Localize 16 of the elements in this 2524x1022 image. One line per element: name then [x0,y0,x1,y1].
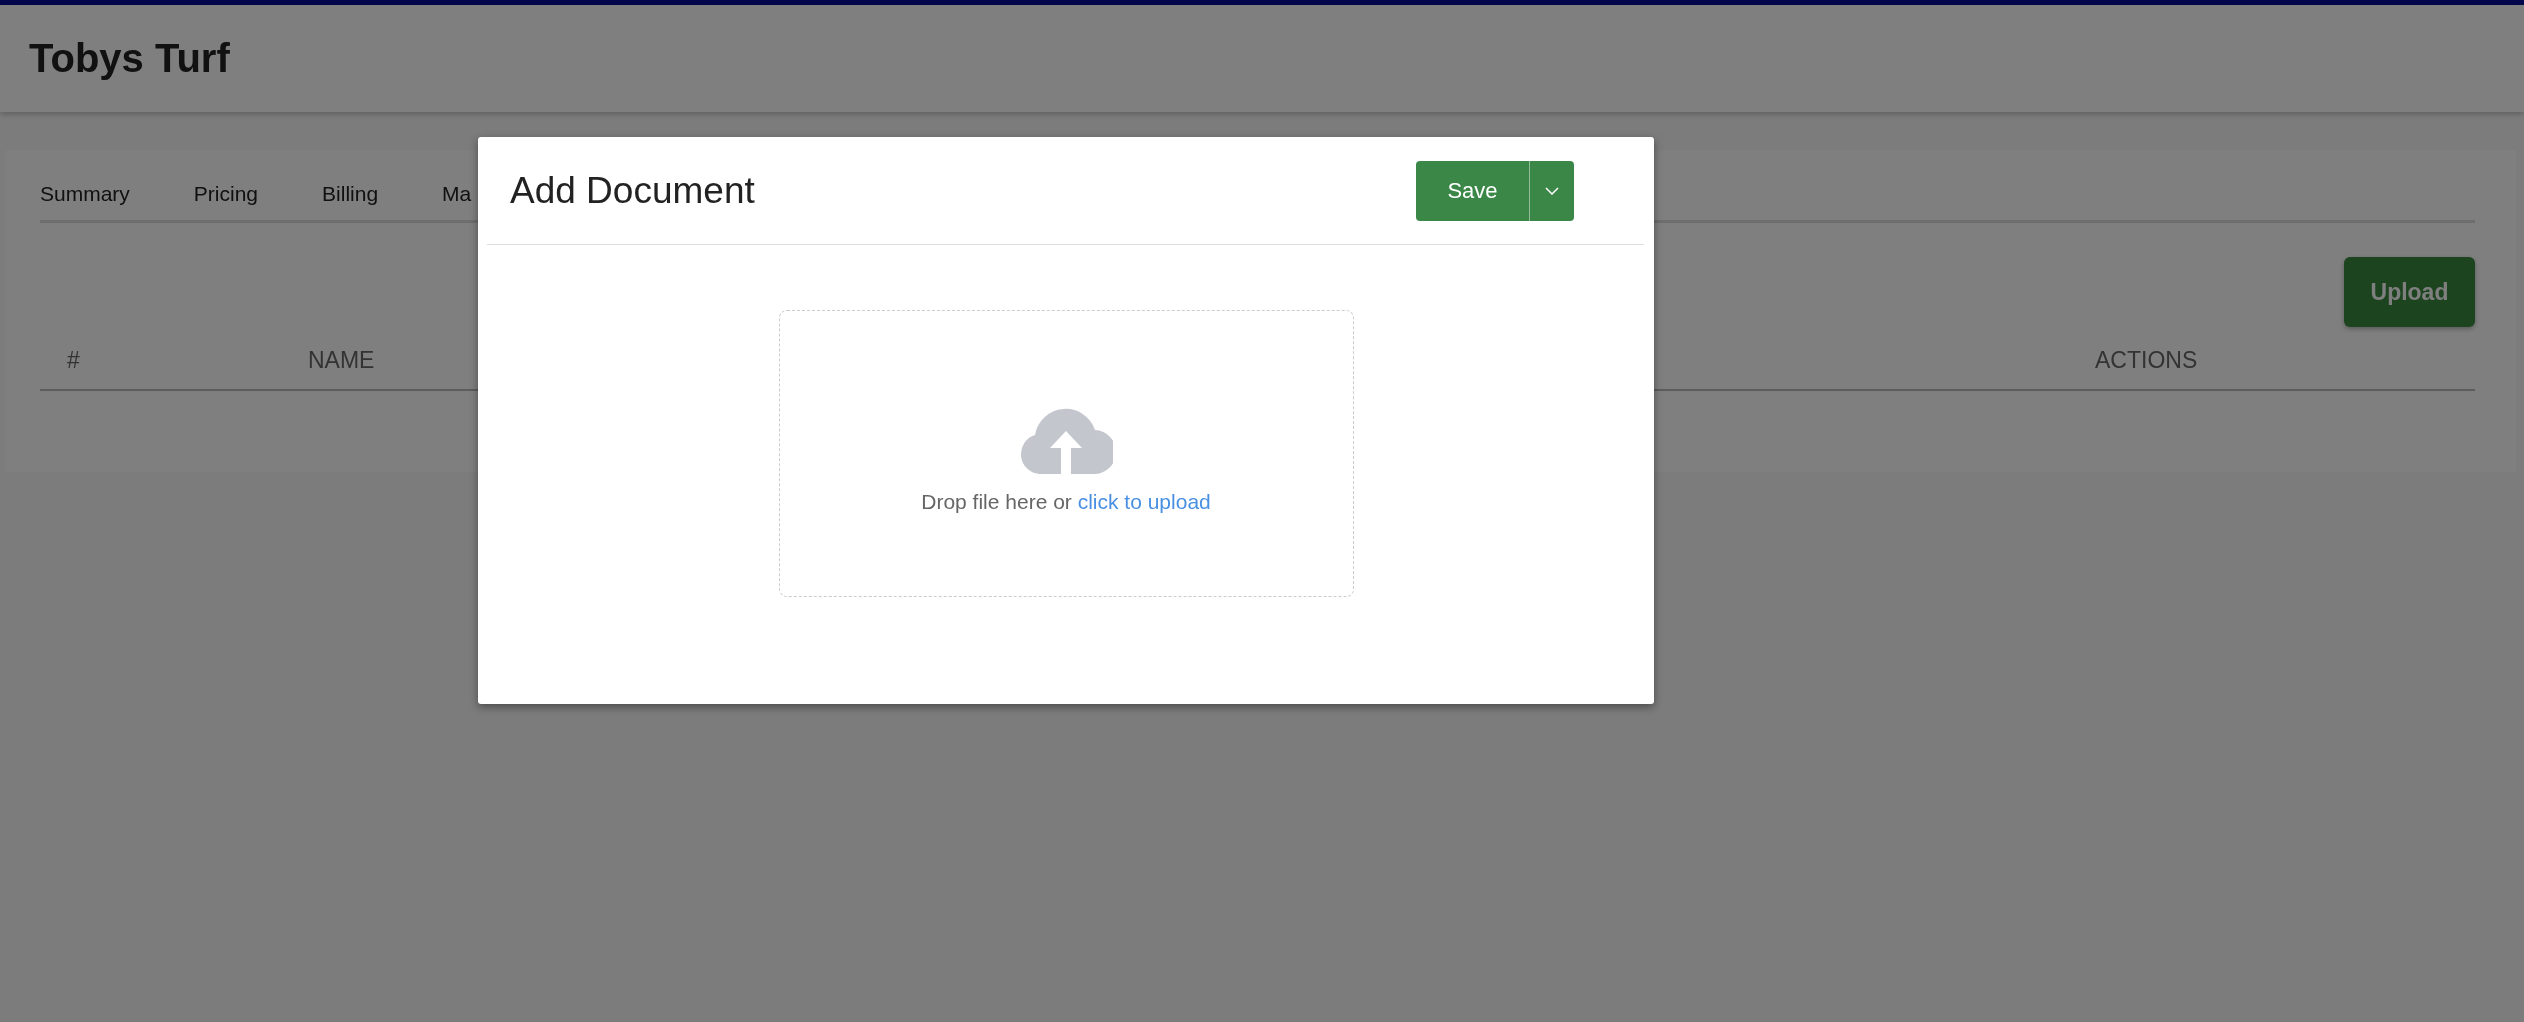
column-header: NAME [308,347,376,374]
upload-button[interactable]: Upload [2344,257,2475,327]
tab[interactable]: Pricing [193,182,259,220]
app-title: Tobys Turf [29,36,230,81]
tab[interactable]: Billing [322,182,379,220]
caret-icon [1545,186,1559,195]
drop-zone[interactable]: Drop file here or click to upload [778,310,1354,597]
drop-hint: Drop file here or click to upload [921,489,1211,514]
dropdown-button[interactable] [1529,160,1574,221]
column-header: # [66,347,81,374]
save-button[interactable]: Save [1416,160,1529,221]
tab[interactable]: Summary [40,182,130,220]
column-header: ACTIONS [2095,347,2199,374]
dialog-title: Add Document [510,169,755,212]
tab[interactable]: Ma [442,182,472,220]
upload-link[interactable]: click to upload [1077,489,1211,513]
